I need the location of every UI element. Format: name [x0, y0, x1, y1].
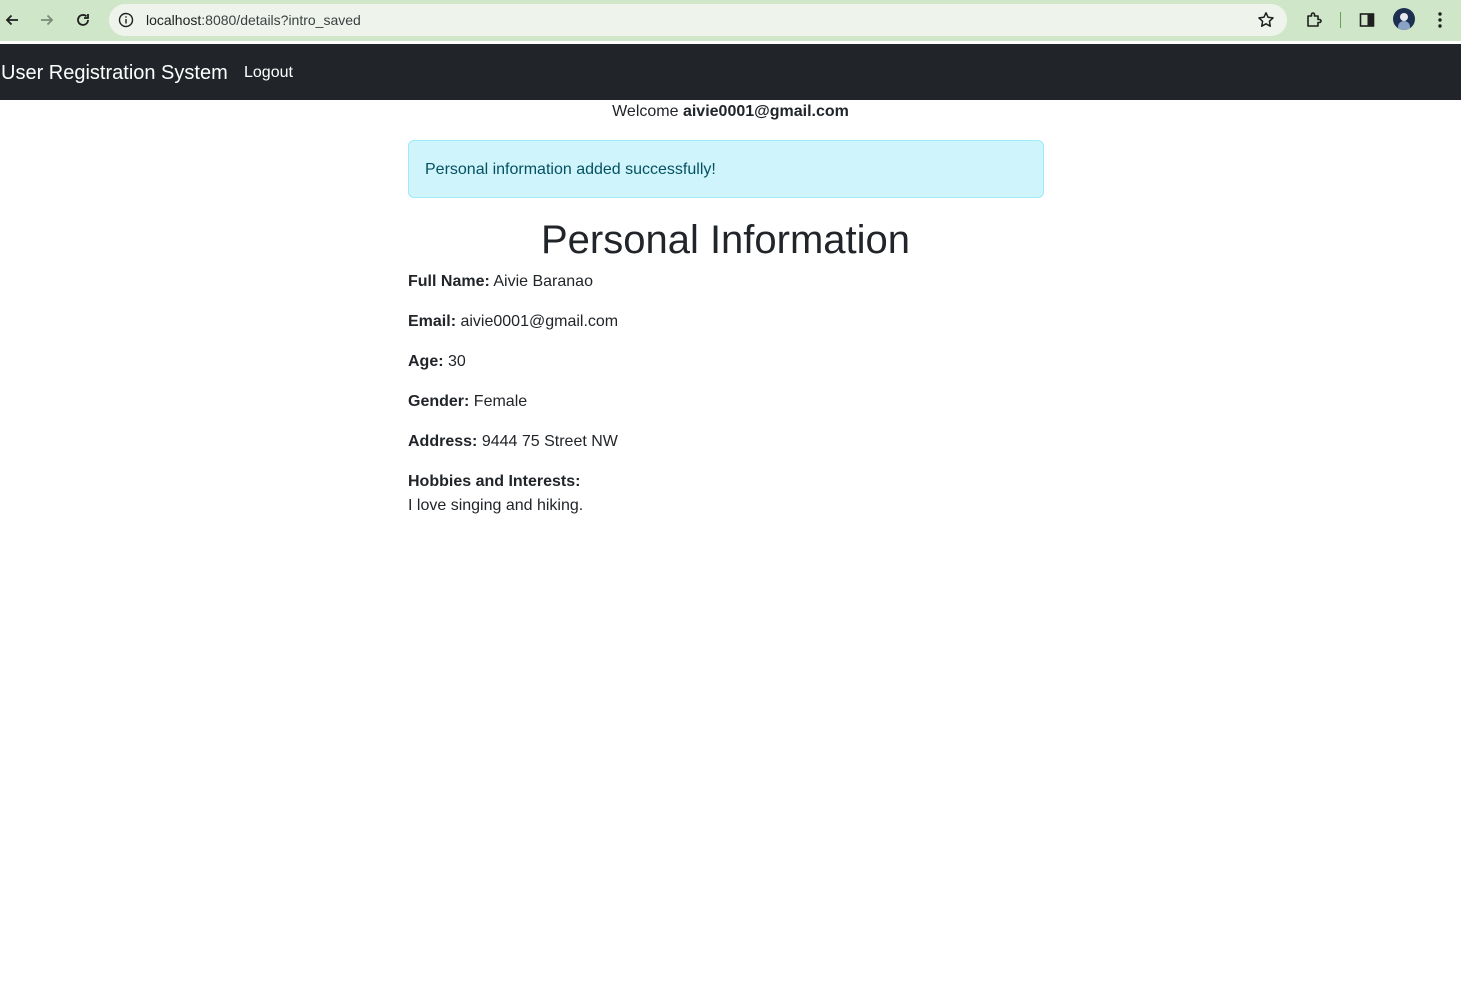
logout-link[interactable]: Logout	[244, 63, 293, 83]
navbar-brand[interactable]: User Registration System	[1, 60, 228, 86]
app-navbar: User Registration System Logout	[0, 44, 1461, 100]
age-value: 30	[448, 353, 466, 370]
welcome-message: Welcome aivie0001@gmail.com	[0, 102, 1461, 122]
browser-toolbar: localhost:8080/details?intro_saved	[0, 0, 1461, 41]
hobbies-value-row: I love singing and hiking.	[408, 496, 583, 516]
hobbies-value: I love singing and hiking.	[408, 497, 584, 514]
hobbies-label: Hobbies and Interests:	[408, 473, 581, 490]
email-row: Email: aivie0001@gmail.com	[408, 312, 618, 332]
full-name-label: Full Name:	[408, 273, 490, 290]
reload-icon[interactable]	[71, 8, 95, 32]
page-title: Personal Information	[540, 218, 911, 262]
email-label: Email:	[408, 313, 457, 330]
toolbar-divider	[1340, 12, 1341, 28]
forward-arrow-icon[interactable]	[35, 8, 59, 32]
side-panel-icon[interactable]	[1355, 8, 1379, 32]
back-arrow-icon[interactable]	[0, 8, 24, 32]
address-label: Address:	[408, 433, 478, 450]
success-alert: Personal information added successfully!	[408, 140, 1044, 198]
age-label: Age:	[408, 353, 444, 370]
full-name-row: Full Name: Aivie Baranao	[408, 272, 593, 292]
welcome-email: aivie0001@gmail.com	[682, 103, 849, 120]
welcome-prefix: Welcome	[612, 103, 679, 120]
bookmark-star-icon[interactable]	[1257, 11, 1275, 29]
address-value: 9444 75 Street NW	[481, 433, 618, 450]
hobbies-label-row: Hobbies and Interests:	[408, 472, 580, 492]
more-menu-icon[interactable]	[1428, 8, 1452, 32]
gender-row: Gender: Female	[408, 392, 527, 412]
profile-avatar-icon[interactable]	[1393, 8, 1415, 30]
extensions-puzzle-icon[interactable]	[1302, 8, 1326, 32]
url-host: localhost	[146, 12, 202, 28]
email-value: aivie0001@gmail.com	[460, 313, 619, 330]
address-bar[interactable]: localhost:8080/details?intro_saved	[109, 4, 1287, 36]
alert-message: Personal information added successfully!	[425, 161, 716, 178]
url-path: :8080/details?intro_saved	[201, 12, 361, 28]
gender-value: Female	[473, 393, 528, 410]
age-row: Age: 30	[408, 352, 466, 372]
gender-label: Gender:	[408, 393, 470, 410]
address-row: Address: 9444 75 Street NW	[408, 432, 618, 452]
site-info-icon[interactable]	[118, 12, 134, 28]
full-name-value: Aivie Baranao	[493, 273, 593, 290]
url-text[interactable]: localhost:8080/details?intro_saved	[146, 12, 361, 28]
